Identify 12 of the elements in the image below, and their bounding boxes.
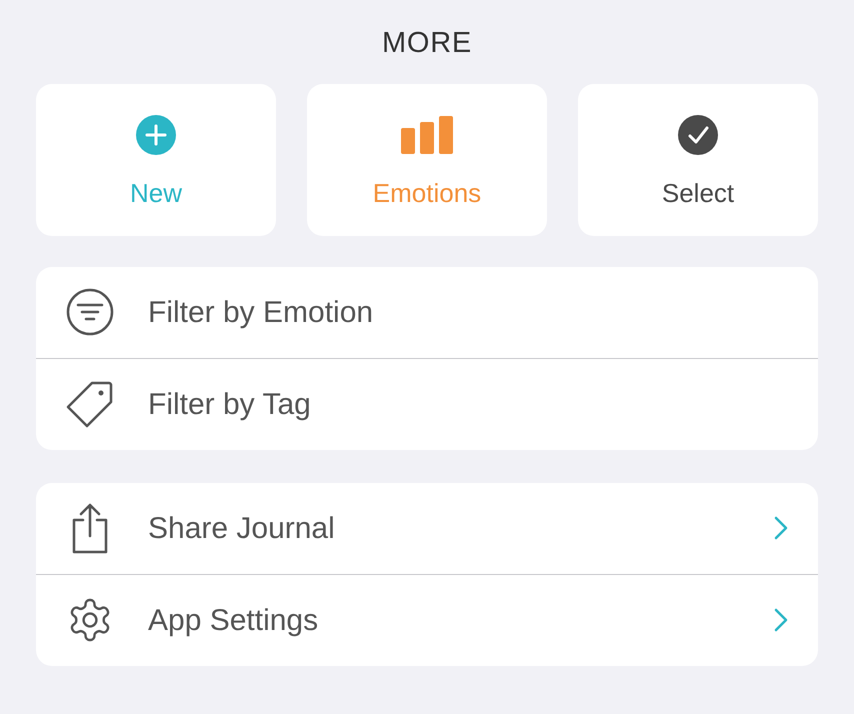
page-title: MORE	[382, 26, 472, 61]
bar-chart-icon	[401, 116, 453, 154]
action-button[interactable]: Select	[578, 84, 818, 236]
menu-item[interactable]: App Settings	[36, 574, 818, 666]
check-icon	[678, 114, 718, 154]
menu-item[interactable]: Filter by Tag	[36, 358, 818, 450]
plus-icon	[136, 114, 176, 154]
menu-item[interactable]: Share Journal	[36, 482, 818, 574]
share-icon	[70, 502, 110, 554]
menu-item[interactable]: Filter by Emotion	[36, 266, 818, 358]
filter-icon	[66, 288, 114, 336]
tag-icon	[66, 380, 114, 428]
